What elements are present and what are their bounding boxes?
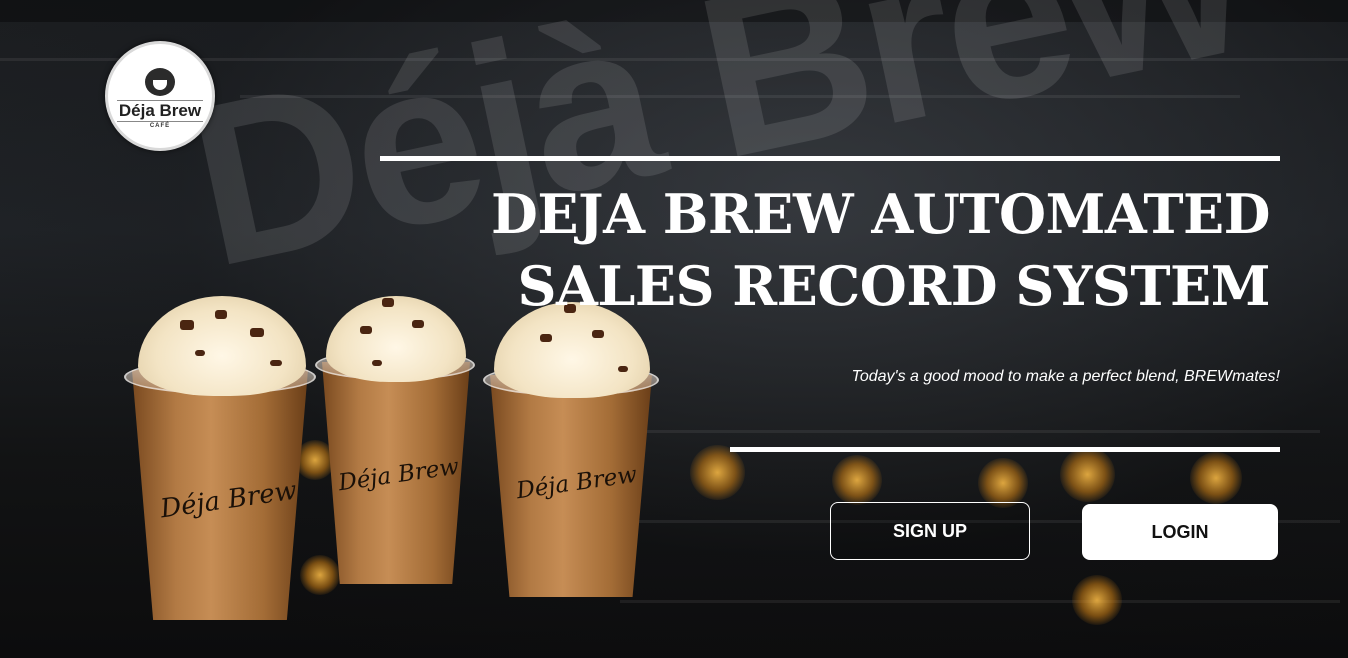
- frappe-cup-image: Déja Brew: [312, 292, 478, 587]
- tagline: Today's a good mood to make a perfect bl…: [851, 368, 1280, 385]
- lamp-light: [1060, 447, 1115, 502]
- logo-subtitle: CAFÉ: [149, 122, 171, 129]
- login-button[interactable]: LOGIN: [1082, 504, 1278, 560]
- title-line-1: DEJA BREW AUTOMATED: [491, 182, 1270, 246]
- lamp-light: [1190, 452, 1242, 504]
- cafe-logo: Déja Brew CAFÉ: [105, 41, 215, 151]
- lamp-light: [832, 455, 882, 505]
- top-divider: [380, 156, 1280, 161]
- frappe-cup-image: Déja Brew: [480, 300, 662, 600]
- frappe-cup-image: Déja Brew: [120, 290, 320, 625]
- background-stripe: [620, 430, 1320, 433]
- lamp-light: [1072, 575, 1122, 625]
- title-line-2: SALES RECORD SYSTEM: [517, 254, 1270, 318]
- sign-up-button[interactable]: SIGN UP: [830, 502, 1030, 560]
- lamp-light: [690, 445, 745, 500]
- coffee-cup-icon: [145, 67, 175, 96]
- bottom-divider: [730, 447, 1280, 452]
- logo-name: Déja Brew: [116, 99, 204, 122]
- page-title: DEJA BREW AUTOMATED SALES RECORD SYSTEM: [470, 178, 1270, 322]
- lamp-light: [978, 458, 1028, 508]
- background-stripe: [620, 600, 1340, 603]
